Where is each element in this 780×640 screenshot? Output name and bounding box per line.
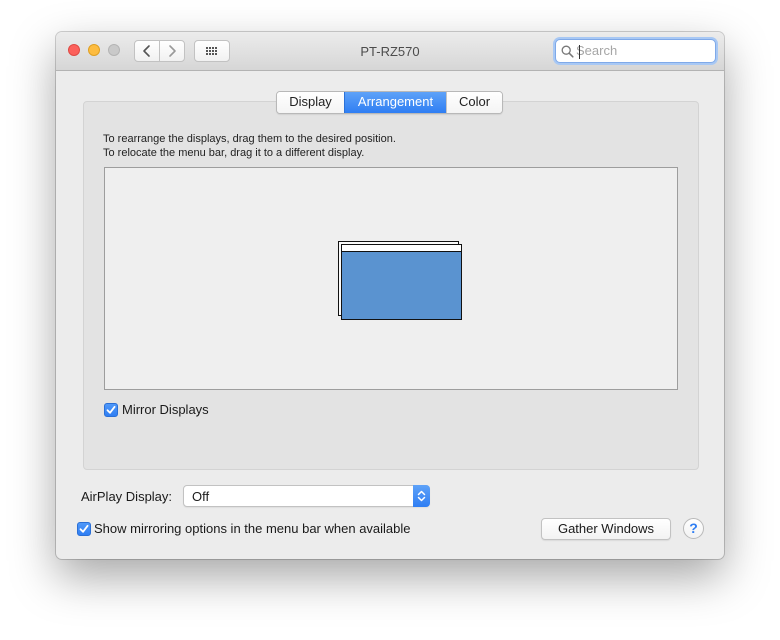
airplay-display-select[interactable]: Off (183, 485, 430, 507)
show-mirroring-options-checkbox[interactable] (77, 522, 91, 536)
menu-bar-indicator[interactable] (342, 245, 461, 252)
tab-display[interactable]: Display (277, 92, 344, 113)
display-thumbnail-primary[interactable] (341, 244, 462, 320)
show-mirroring-options-label[interactable]: Show mirroring options in the menu bar w… (94, 521, 411, 536)
checkmark-icon (106, 405, 116, 414)
mirror-displays-checkbox[interactable] (104, 403, 118, 417)
gather-windows-button[interactable]: Gather Windows (541, 518, 671, 540)
help-button[interactable]: ? (683, 518, 704, 539)
up-down-chevron-icon (417, 490, 426, 502)
search-input[interactable] (576, 42, 710, 59)
mirror-displays-label[interactable]: Mirror Displays (122, 402, 209, 417)
search-field[interactable] (555, 39, 716, 63)
select-stepper (413, 485, 430, 507)
tab-color[interactable]: Color (446, 92, 502, 113)
title-bar: PT-RZ570 (56, 32, 724, 71)
system-preferences-window: PT-RZ570 Display Arrangement Color To re… (56, 32, 724, 559)
airplay-display-label: AirPlay Display: (81, 489, 173, 504)
display-arrangement-area[interactable] (104, 167, 678, 390)
instruction-text: To rearrange the displays, drag them to … (103, 133, 396, 145)
airplay-selected-value: Off (192, 489, 210, 504)
tab-arrangement[interactable]: Arrangement (344, 92, 446, 113)
checkmark-icon (79, 524, 89, 533)
magnifier-icon (561, 45, 574, 58)
text-cursor (579, 45, 580, 59)
tab-bar: Display Arrangement Color (276, 91, 503, 114)
instruction-text: To relocate the menu bar, drag it to a d… (103, 147, 365, 159)
